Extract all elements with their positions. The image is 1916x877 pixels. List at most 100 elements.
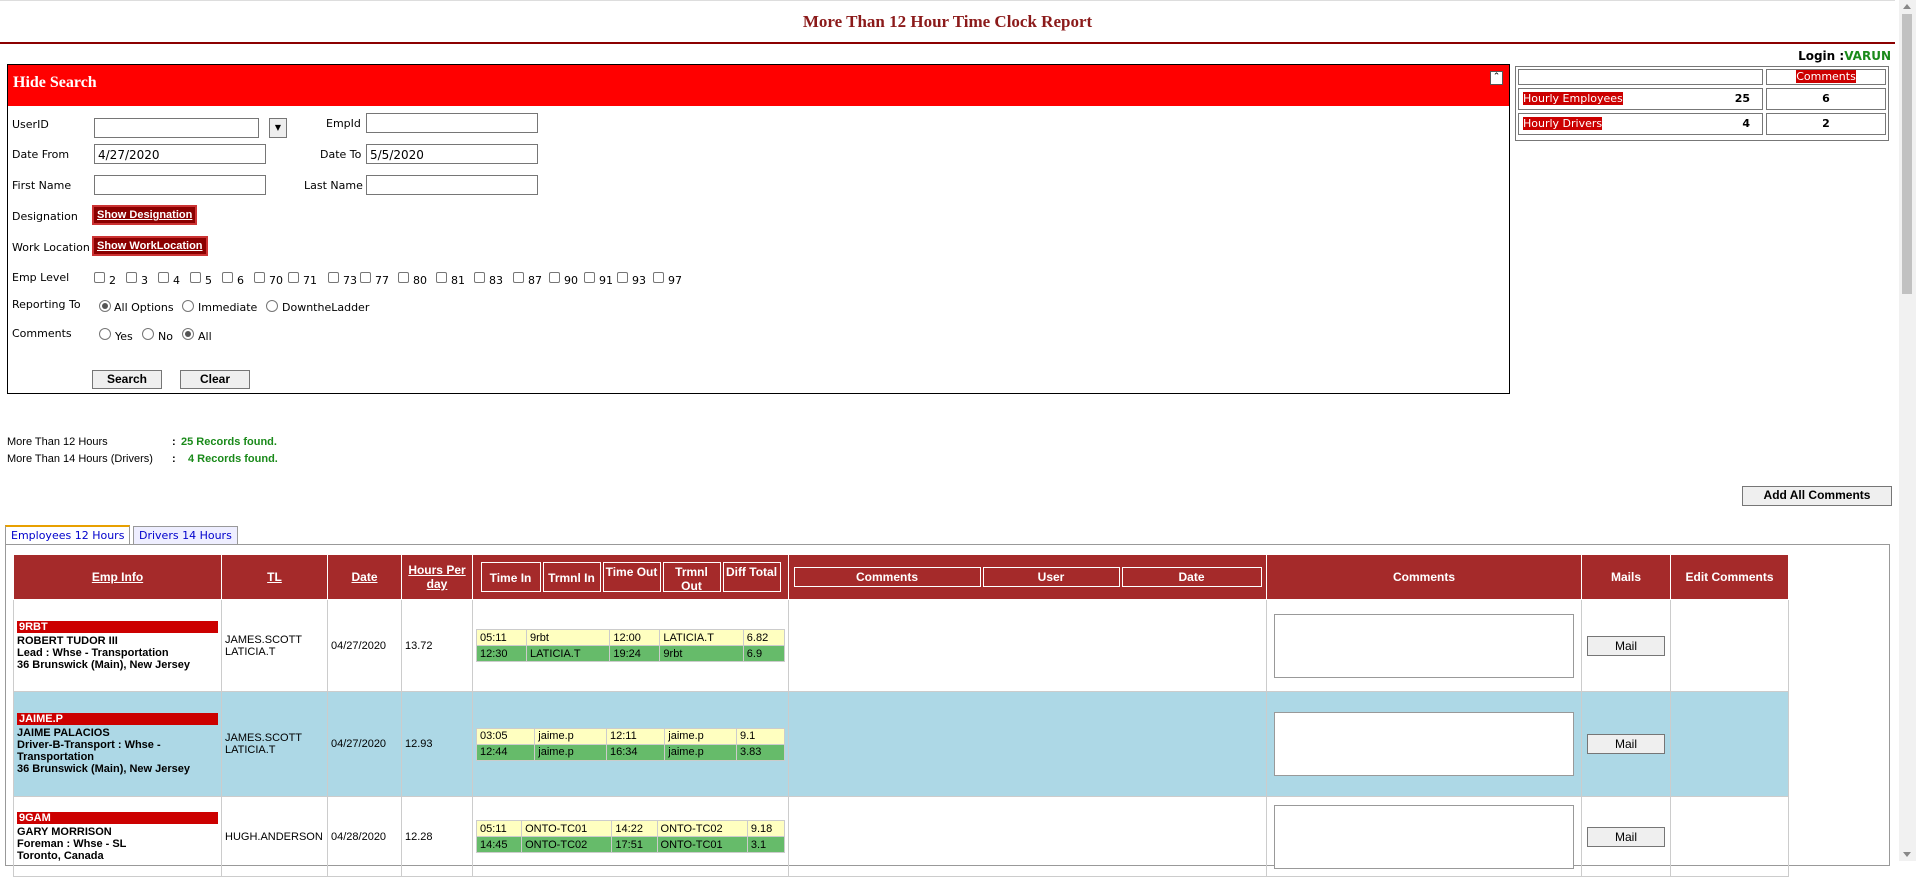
add-all-comments-button[interactable]: Add All Comments (1742, 486, 1892, 506)
emp-id-badge[interactable]: 9RBT (17, 620, 218, 633)
comments-history-cell (788, 796, 1267, 877)
emp-level-checkbox[interactable] (254, 272, 265, 283)
subcol-user: User (982, 567, 1120, 587)
date-to-label: Date To (320, 148, 362, 161)
col-comments: Comments (1266, 554, 1582, 600)
emp-level-checkbox[interactable] (158, 272, 169, 283)
emp-level-checkbox[interactable] (653, 272, 664, 283)
col-hours[interactable]: Hours Per day (401, 554, 473, 600)
login-info: Login :VARUN (1798, 49, 1891, 63)
empid-input[interactable] (366, 113, 538, 133)
scroll-down-arrow-icon[interactable] (1903, 852, 1911, 857)
col-date[interactable]: Date (327, 554, 402, 600)
comments-all-radio[interactable] (182, 328, 194, 340)
subcol-time-in: Time In (480, 562, 541, 592)
comments-all-label: All (198, 330, 212, 343)
show-worklocation-button[interactable]: Show WorkLocation (92, 236, 208, 256)
emp-info-cell: JAIME.P JAIME PALACIOS Driver-B-Transpor… (13, 691, 222, 797)
date-to-input[interactable]: 5/5/2020 (366, 144, 538, 164)
col-tl[interactable]: TL (221, 554, 328, 600)
emp-level-checkbox[interactable] (190, 272, 201, 283)
emp-level-checkbox[interactable] (474, 272, 485, 283)
emp-level-checkbox[interactable] (328, 272, 339, 283)
show-designation-button[interactable]: Show Designation (92, 205, 198, 225)
title-bar: More Than 12 Hour Time Clock Report (0, 0, 1895, 44)
emp-level-checkbox[interactable] (549, 272, 560, 283)
col-comments-history: Comments User Date (788, 554, 1267, 600)
scrollbar-thumb[interactable] (1902, 14, 1912, 294)
vertical-scrollbar[interactable] (1899, 0, 1916, 861)
mail-cell: Mail (1581, 691, 1671, 797)
punch-table: 03:05 jaime.p 12:11 jaime.p 9.1 12:44 jaime.p… (475, 727, 785, 761)
summary-label[interactable]: Hourly Drivers (1523, 117, 1603, 130)
scroll-up-arrow-icon[interactable] (1903, 4, 1911, 9)
emp-level-option-label: 87 (528, 274, 542, 287)
comment-textarea[interactable] (1274, 613, 1574, 678)
emp-level-option-label: 83 (489, 274, 503, 287)
comments-no-radio[interactable] (142, 328, 154, 340)
summary-count: 4 (1742, 117, 1750, 130)
comments-yes-label: Yes (115, 330, 133, 343)
reporting-immediate-radio[interactable] (182, 300, 194, 312)
date-cell: 04/27/2020 (327, 599, 402, 692)
mail-button[interactable]: Mail (1587, 734, 1665, 754)
reporting-all-radio[interactable] (99, 300, 111, 312)
emp-location: 36 Brunswick (Main), New Jersey (17, 658, 191, 671)
userid-label: UserID (12, 118, 49, 131)
login-label: Login : (1798, 49, 1845, 63)
comment-textarea[interactable] (1274, 712, 1574, 776)
last-name-label: Last Name (304, 179, 363, 192)
reporting-immediate-label: Immediate (198, 301, 258, 314)
search-panel: Hide Search ⌃ UserID ▼ EmpId Date From 4… (7, 64, 1510, 394)
emp-level-checkbox[interactable] (584, 272, 595, 283)
comment-textarea[interactable] (1274, 804, 1574, 869)
tab-employees-12-hours[interactable]: Employees 12 Hours (5, 525, 131, 545)
stat-12-hours-count: 25 Records found. (181, 436, 277, 448)
emp-info-cell: 9RBT ROBERT TUDOR III Lead : Whse - Tran… (13, 599, 222, 692)
subcol-date: Date (1121, 567, 1262, 587)
mail-button[interactable]: Mail (1587, 635, 1665, 656)
edit-comments-cell (1670, 796, 1789, 877)
emp-level-checkbox[interactable] (436, 272, 447, 283)
comments-yes-radio[interactable] (99, 328, 111, 340)
search-button[interactable]: Search (92, 370, 162, 389)
date-from-input[interactable]: 4/27/2020 (94, 144, 266, 164)
userid-select[interactable] (94, 118, 259, 138)
clear-button[interactable]: Clear (180, 370, 250, 389)
hours-cell: 12.93 (401, 691, 473, 797)
edit-comments-cell (1670, 691, 1789, 797)
emp-id-badge[interactable]: 9GAM (17, 811, 218, 824)
emp-level-checkbox[interactable] (513, 272, 524, 283)
emp-level-checkbox[interactable] (288, 272, 299, 283)
col-punches: Time In Trmnl In Time Out Trmnl Out Diff… (472, 554, 789, 600)
first-name-input[interactable] (94, 175, 266, 195)
subcol-time-out: Time Out (602, 562, 661, 592)
summary-label[interactable]: Hourly Employees (1523, 92, 1623, 105)
emp-level-checkbox[interactable] (126, 272, 137, 283)
tab-drivers-14-hours[interactable]: Drivers 14 Hours (133, 526, 238, 545)
emp-level-option-label: 4 (173, 274, 180, 287)
stat-label: More Than 12 Hours (7, 436, 108, 448)
stat-sep: : (172, 436, 176, 448)
emp-level-checkbox[interactable] (617, 272, 628, 283)
emp-level-checkbox[interactable] (360, 272, 371, 283)
mail-button[interactable]: Mail (1587, 826, 1665, 847)
emp-id-badge[interactable]: JAIME.P (17, 713, 218, 725)
emp-level-checkbox[interactable] (222, 272, 233, 283)
page-title: More Than 12 Hour Time Clock Report (802, 12, 1093, 31)
hours-cell: 13.72 (401, 599, 473, 692)
emp-level-checkbox[interactable] (94, 272, 105, 283)
reporting-downtheladder-radio[interactable] (266, 300, 278, 312)
chevron-down-icon[interactable]: ▼ (269, 118, 287, 138)
search-title[interactable]: Hide Search (13, 74, 97, 92)
collapse-icon[interactable]: ⌃ (1490, 71, 1503, 85)
last-name-input[interactable] (366, 175, 538, 195)
comments-filter-label: Comments (12, 327, 72, 340)
date-cell: 04/28/2020 (327, 796, 402, 877)
emp-role: Lead : Whse - Transportation (17, 646, 169, 659)
emp-level-checkbox[interactable] (398, 272, 409, 283)
search-header[interactable]: Hide Search ⌃ (8, 65, 1509, 106)
col-emp-info[interactable]: Emp Info (13, 554, 222, 600)
punch-row: 05:11 ONTO-TC01 14:22 ONTO-TC02 9.18 (475, 820, 786, 837)
table-row: 9GAM GARY MORRISON Foreman : Whse - SL T… (13, 796, 1789, 877)
